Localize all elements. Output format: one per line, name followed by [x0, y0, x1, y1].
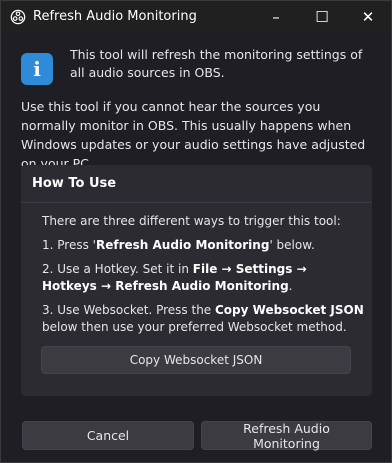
step-1: 1. Press 'Refresh Audio Monitoring' belo…: [42, 238, 315, 252]
step-2: 2. Use a Hotkey. Set it in File → Settin…: [42, 262, 307, 293]
close-button[interactable]: ✕: [345, 1, 391, 33]
minimize-icon: –: [272, 8, 280, 26]
dialog-window: Refresh Audio Monitoring – ☐ ✕ i This to…: [0, 0, 392, 463]
window-title: Refresh Audio Monitoring: [33, 9, 197, 24]
maximize-button[interactable]: ☐: [299, 1, 345, 33]
maximize-icon: ☐: [315, 8, 329, 26]
copy-websocket-json-button[interactable]: Copy Websocket JSON: [41, 346, 351, 374]
panel-title: How To Use: [32, 176, 117, 191]
instructions-intro: There are three different ways to trigge…: [42, 214, 341, 228]
panel-body: There are three different ways to trigge…: [42, 213, 364, 343]
minimize-button[interactable]: –: [253, 1, 299, 33]
panel-header: How To Use: [21, 165, 372, 203]
title-bar: Refresh Audio Monitoring – ☐ ✕: [1, 1, 391, 33]
info-icon: i: [21, 53, 53, 85]
step-3: 3. Use Websocket. Press the Copy Websock…: [42, 303, 364, 334]
cancel-button[interactable]: Cancel: [22, 421, 194, 450]
how-to-use-panel: How To Use There are three different way…: [21, 165, 372, 396]
obs-logo-icon: [10, 9, 26, 25]
intro-text: This tool will refresh the monitoring se…: [70, 47, 363, 80]
description-text: Use this tool if you cannot hear the sou…: [21, 99, 366, 171]
refresh-audio-monitoring-button[interactable]: Refresh Audio Monitoring: [201, 421, 372, 451]
close-icon: ✕: [361, 8, 375, 26]
